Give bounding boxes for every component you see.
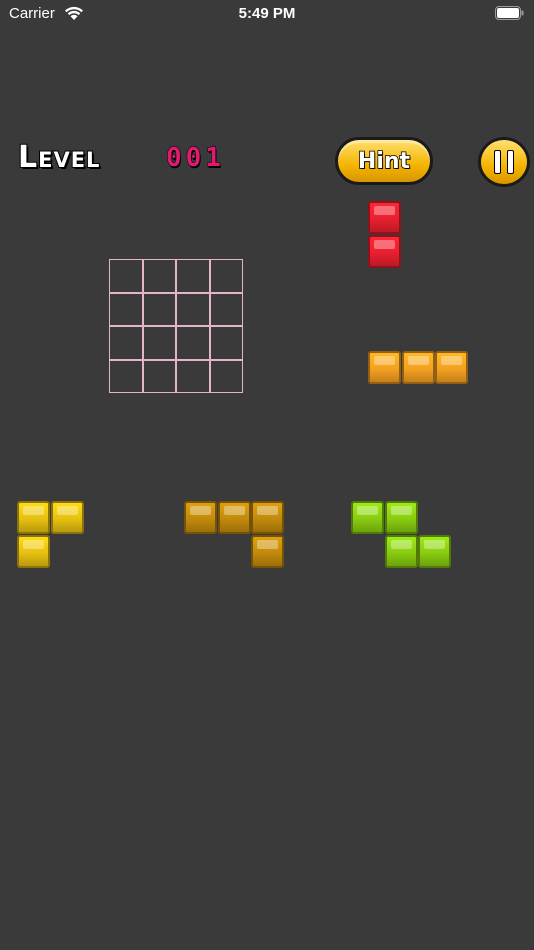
hint-button[interactable]: Hint bbox=[335, 137, 433, 185]
piece-block bbox=[351, 501, 384, 534]
piece-block bbox=[251, 501, 284, 534]
piece-block bbox=[384, 501, 418, 534]
red-piece[interactable] bbox=[368, 201, 402, 268]
piece-block bbox=[368, 351, 401, 384]
piece-block bbox=[50, 501, 84, 534]
board-cell bbox=[109, 326, 143, 360]
board-cell bbox=[142, 259, 176, 293]
piece-block bbox=[401, 351, 435, 384]
piece-block bbox=[384, 534, 418, 568]
board-cell bbox=[109, 292, 143, 326]
status-bar: Carrier 5:49 PM bbox=[0, 0, 534, 28]
board-cell bbox=[109, 359, 143, 393]
yellow-piece[interactable] bbox=[17, 501, 84, 568]
board-cell bbox=[209, 292, 243, 326]
board-cell bbox=[142, 359, 176, 393]
board-cell bbox=[176, 359, 210, 393]
board-cell bbox=[209, 359, 243, 393]
pause-button[interactable] bbox=[478, 137, 530, 187]
piece-block bbox=[184, 501, 217, 534]
piece-block bbox=[435, 351, 468, 384]
piece-block bbox=[217, 501, 251, 534]
board-cell bbox=[176, 259, 210, 293]
battery-icon bbox=[495, 6, 524, 20]
green-piece[interactable] bbox=[351, 501, 452, 568]
orange-piece[interactable] bbox=[368, 351, 469, 385]
board-cell bbox=[176, 326, 210, 360]
clock-time: 5:49 PM bbox=[238, 5, 296, 22]
piece-block bbox=[368, 201, 401, 234]
board-cell bbox=[142, 326, 176, 360]
board-cell bbox=[209, 326, 243, 360]
board-cell bbox=[176, 292, 210, 326]
level-number: 001 bbox=[166, 143, 225, 174]
piece-block bbox=[17, 501, 50, 534]
piece-block bbox=[418, 534, 451, 568]
hint-button-label: Hint bbox=[357, 148, 411, 175]
level-label: Level bbox=[17, 139, 101, 176]
brown-piece[interactable] bbox=[184, 501, 285, 568]
piece-block bbox=[251, 534, 284, 568]
piece-block bbox=[368, 234, 401, 268]
board-cell bbox=[142, 292, 176, 326]
board-cell bbox=[209, 259, 243, 293]
board-cell bbox=[109, 259, 143, 293]
puzzle-board[interactable] bbox=[109, 259, 243, 393]
piece-block bbox=[17, 534, 50, 568]
pause-icon bbox=[494, 150, 514, 174]
